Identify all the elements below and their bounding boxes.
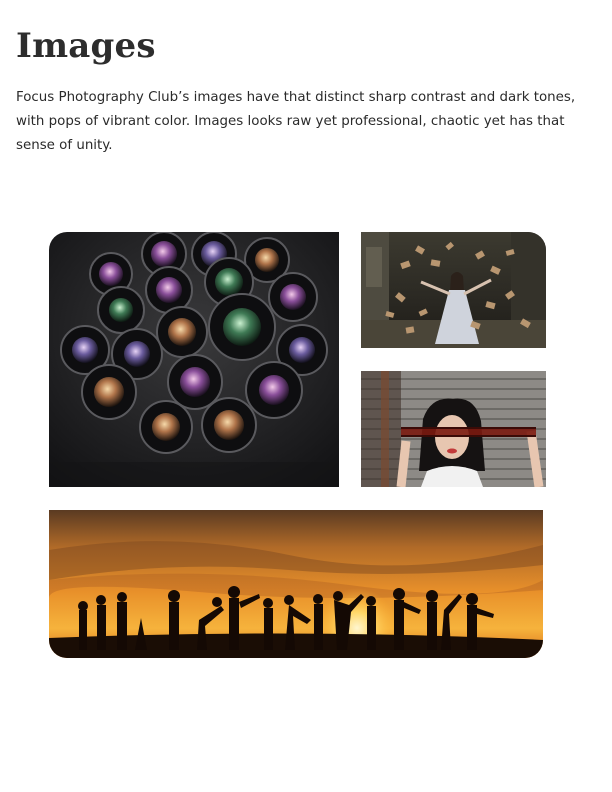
page-title: Images <box>16 26 156 66</box>
sunset-silhouettes-photo <box>49 510 543 658</box>
woman-flying-books-photo <box>361 232 546 348</box>
intro-paragraph: Focus Photography Club’s images have tha… <box>16 90 576 153</box>
camera-lenses-photo <box>49 232 339 487</box>
woman-film-strip-photo <box>361 371 546 487</box>
